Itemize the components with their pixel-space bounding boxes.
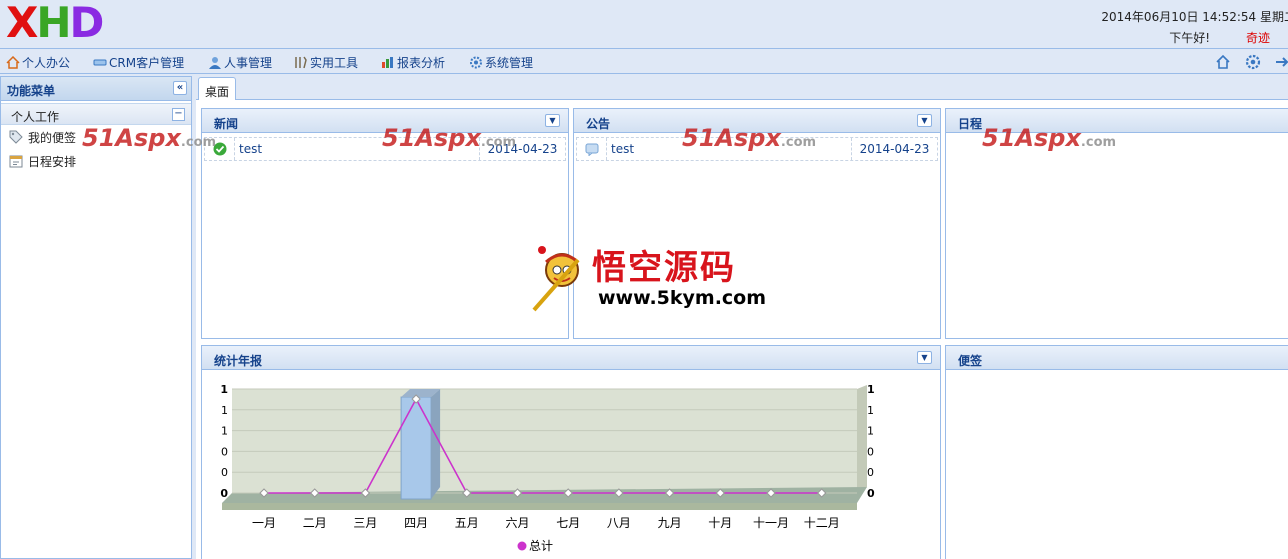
stats-portlet-header: 统计年报 ▼ <box>202 346 940 370</box>
chevron-down-icon[interactable]: ▼ <box>917 114 932 127</box>
y-tick-label-left: 0 <box>221 445 228 458</box>
chevron-down-icon[interactable]: ▼ <box>545 114 560 127</box>
tab-desktop[interactable]: 桌面 <box>198 77 237 100</box>
main-menubar: 个人办公 CRM客户管理 人事管理 实用工具 报表分析 系统管理 <box>0 48 1288 74</box>
x-tick-label: 七月 <box>556 516 580 530</box>
menu-tools[interactable]: 实用工具 <box>294 54 358 71</box>
user-icon <box>209 57 221 69</box>
x-tick-label: 六月 <box>505 516 529 530</box>
y-tick-label-right: 1 <box>867 425 874 438</box>
y-tick-label-left: 1 <box>221 404 228 417</box>
app-header: XHD 2014年06月10日 14:52:54 星期二 下午好! 奇迹 <box>0 0 1288 48</box>
menu-crm[interactable]: CRM客户管理 <box>93 54 184 71</box>
watermark-logo: 51Aspx.com <box>982 124 1117 152</box>
y-tick-label-left: 1 <box>220 383 228 396</box>
brand-url: www.5kym.com <box>598 287 767 309</box>
menu-reports[interactable]: 报表分析 <box>381 54 445 71</box>
monkey-king-icon <box>532 246 580 312</box>
y-tick-label-right: 0 <box>867 445 874 458</box>
watermark-logo: 51Aspx.com <box>682 124 817 152</box>
brand-title: 悟空源码 <box>592 248 736 288</box>
tools-icon <box>295 56 307 69</box>
x-tick-label: 二月 <box>303 516 327 530</box>
annual-stats-chart: 1 1 1 1 1 1 0 0 0 0 0 0 一月 二月 三月 四月 五月 六月 七月 八月 九月 十月 十一月 十二月总计 <box>220 383 875 553</box>
memo-portlet: 便签 <box>945 345 1288 559</box>
bar-april-side <box>431 389 441 499</box>
tab-bar: 桌面 <box>196 76 1288 100</box>
watermark-logo: 51Aspx.com <box>82 124 217 152</box>
y-tick-label-left: 0 <box>221 466 228 479</box>
menu-hr[interactable]: 人事管理 <box>208 54 272 71</box>
x-tick-label: 十二月 <box>804 516 840 530</box>
notice-date: 2014-04-23 <box>851 138 937 160</box>
legend-label: 总计 <box>529 539 553 553</box>
plot-side-wall <box>857 385 867 493</box>
crm-icon <box>93 59 107 66</box>
function-menu-header: 功能菜单 « <box>1 77 191 101</box>
y-tick-label-right: 0 <box>867 487 875 500</box>
menu-personal-office[interactable]: 个人办公 <box>6 54 70 71</box>
x-tick-label: 一月 <box>252 516 276 530</box>
x-tick-label: 五月 <box>455 516 479 530</box>
x-tick-label: 十月 <box>708 516 732 530</box>
current-datetime: 2014年06月10日 14:52:54 星期二 <box>1101 10 1288 24</box>
x-tick-label: 八月 <box>607 516 631 530</box>
calendar-icon <box>9 155 23 168</box>
y-tick-label-right: 1 <box>867 404 874 417</box>
gear-icon <box>470 56 482 69</box>
menu-system[interactable]: 系统管理 <box>469 54 533 71</box>
group-toggle-button[interactable]: − <box>172 108 185 121</box>
y-tick-label-left: 1 <box>221 425 228 438</box>
collapse-sidebar-button[interactable]: « <box>173 81 187 95</box>
plot-floor-edge <box>222 503 857 510</box>
y-tick-label-left: 0 <box>220 487 228 500</box>
x-tick-label: 四月 <box>404 516 428 530</box>
home-icon[interactable] <box>1215 54 1231 70</box>
app-logo: XHD <box>6 0 104 47</box>
sidebar-group-personal-work[interactable]: 个人工作 − <box>1 103 191 125</box>
username-link[interactable]: 奇迹 <box>1246 29 1270 46</box>
chart-icon <box>382 57 393 68</box>
brand-watermark: 悟空源码 www.5kym.com <box>530 240 766 315</box>
stats-portlet: 统计年报 ▼ 1 1 1 1 1 1 0 0 0 0 0 0 一月 二月 三月 四月 五月 六月 七月 八月 九月 十月 十… <box>201 345 941 559</box>
bar-april <box>400 396 432 500</box>
x-tick-label: 十一月 <box>753 516 789 530</box>
chevron-down-icon[interactable]: ▼ <box>917 351 932 364</box>
legend-marker <box>517 541 527 551</box>
sidebar-item-schedule[interactable]: 日程安排 <box>1 149 191 173</box>
y-tick-label-right: 1 <box>867 383 875 396</box>
logout-icon[interactable] <box>1274 54 1288 70</box>
home-icon <box>6 56 20 69</box>
watermark-logo: 51Aspx.com <box>382 124 517 152</box>
tag-icon <box>9 130 23 144</box>
x-tick-label: 九月 <box>658 516 682 530</box>
x-tick-label: 三月 <box>353 516 377 530</box>
message-icon <box>585 143 598 156</box>
memo-portlet-header: 便签 <box>946 346 1288 370</box>
greeting-text: 下午好! <box>1169 31 1210 45</box>
y-tick-label-right: 0 <box>867 466 874 479</box>
settings-icon[interactable] <box>1245 54 1261 70</box>
plot-background <box>232 389 857 493</box>
